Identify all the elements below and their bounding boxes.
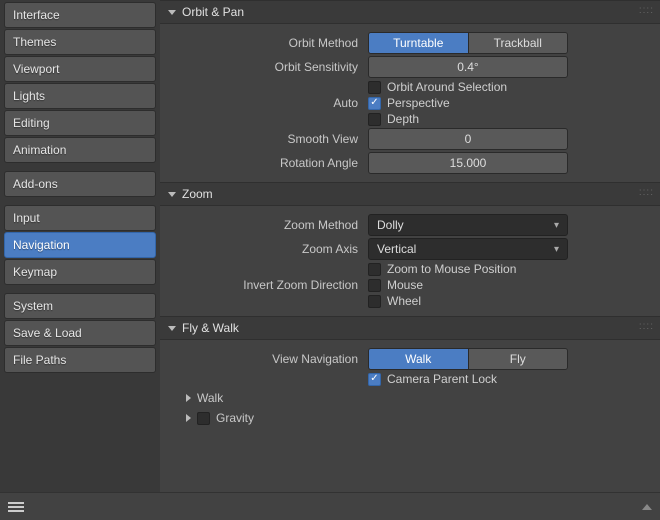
- walk-subpanel[interactable]: Walk: [168, 388, 652, 408]
- zoom-to-mouse-checkbox[interactable]: [368, 263, 381, 276]
- panel-title: Fly & Walk: [182, 321, 239, 335]
- orbit-method-turntable[interactable]: Turntable: [369, 33, 468, 53]
- auto-perspective-checkbox[interactable]: [368, 97, 381, 110]
- chevron-down-icon: ▾: [554, 244, 559, 255]
- panel-header-orbit[interactable]: Orbit & Pan ::::: [160, 0, 660, 24]
- invert-wheel-checkbox[interactable]: [368, 295, 381, 308]
- triangle-down-icon: [168, 192, 176, 197]
- invert-mouse-label: Mouse: [387, 278, 423, 292]
- zoom-axis-dropdown[interactable]: Vertical ▾: [368, 238, 568, 260]
- triangle-down-icon: [168, 326, 176, 331]
- zoom-axis-label: Zoom Axis: [168, 242, 368, 256]
- zoom-method-label: Zoom Method: [168, 218, 368, 232]
- sidebar-item-editing[interactable]: Editing: [4, 110, 156, 136]
- panel-header-zoom[interactable]: Zoom ::::: [160, 182, 660, 206]
- orbit-sensitivity-label: Orbit Sensitivity: [168, 60, 368, 74]
- triangle-right-icon: [186, 394, 191, 402]
- panel-title: Zoom: [182, 187, 213, 201]
- auto-perspective-label: Perspective: [387, 96, 450, 110]
- orbit-method-toggle[interactable]: Turntable Trackball: [368, 32, 568, 54]
- panel-header-fly[interactable]: Fly & Walk ::::: [160, 316, 660, 340]
- smooth-view-field[interactable]: 0: [368, 128, 568, 150]
- zoom-axis-value: Vertical: [377, 242, 416, 256]
- gravity-checkbox[interactable]: [197, 412, 210, 425]
- grip-icon[interactable]: ::::: [639, 5, 654, 16]
- zoom-method-value: Dolly: [377, 218, 404, 232]
- hamburger-icon[interactable]: [8, 502, 24, 512]
- grip-icon[interactable]: ::::: [639, 187, 654, 198]
- invert-zoom-label: Invert Zoom Direction: [168, 278, 368, 292]
- sidebar-item-navigation[interactable]: Navigation: [4, 232, 156, 258]
- smooth-view-label: Smooth View: [168, 132, 368, 146]
- rotation-angle-field[interactable]: 15.000: [368, 152, 568, 174]
- auto-label: Auto: [168, 96, 368, 110]
- view-navigation-label: View Navigation: [168, 352, 368, 366]
- sidebar-item-add-ons[interactable]: Add-ons: [4, 171, 156, 197]
- sidebar-item-system[interactable]: System: [4, 293, 156, 319]
- sidebar-item-interface[interactable]: Interface: [4, 2, 156, 28]
- auto-depth-label: Depth: [387, 112, 419, 126]
- zoom-to-mouse-label: Zoom to Mouse Position: [387, 262, 516, 276]
- orbit-around-selection-checkbox[interactable]: [368, 81, 381, 94]
- panel-fly-walk: Fly & Walk :::: View Navigation Walk Fly…: [160, 316, 660, 434]
- sidebar-item-save-load[interactable]: Save & Load: [4, 320, 156, 346]
- preferences-sidebar: InterfaceThemesViewportLightsEditingAnim…: [0, 0, 160, 520]
- camera-parent-lock-label: Camera Parent Lock: [387, 372, 497, 386]
- gravity-subpanel-label: Gravity: [216, 411, 254, 425]
- preferences-main: Orbit & Pan :::: Orbit Method Turntable …: [160, 0, 660, 520]
- panel-orbit-pan: Orbit & Pan :::: Orbit Method Turntable …: [160, 0, 660, 182]
- triangle-right-icon: [186, 414, 191, 422]
- triangle-down-icon: [168, 10, 176, 15]
- sidebar-item-animation[interactable]: Animation: [4, 137, 156, 163]
- sidebar-item-viewport[interactable]: Viewport: [4, 56, 156, 82]
- sidebar-item-themes[interactable]: Themes: [4, 29, 156, 55]
- view-navigation-toggle[interactable]: Walk Fly: [368, 348, 568, 370]
- sidebar-item-input[interactable]: Input: [4, 205, 156, 231]
- view-navigation-walk[interactable]: Walk: [369, 349, 468, 369]
- camera-parent-lock-checkbox[interactable]: [368, 373, 381, 386]
- panel-zoom: Zoom :::: Zoom Method Dolly ▾ Zoom Axis …: [160, 182, 660, 316]
- gravity-subpanel[interactable]: Gravity: [168, 408, 652, 428]
- rotation-angle-label: Rotation Angle: [168, 156, 368, 170]
- invert-mouse-checkbox[interactable]: [368, 279, 381, 292]
- view-navigation-fly[interactable]: Fly: [468, 349, 568, 369]
- chevron-down-icon: ▾: [554, 220, 559, 231]
- grip-icon[interactable]: ::::: [639, 321, 654, 332]
- orbit-sensitivity-field[interactable]: 0.4°: [368, 56, 568, 78]
- orbit-method-label: Orbit Method: [168, 36, 368, 50]
- footer-bar: [0, 492, 660, 520]
- sidebar-item-lights[interactable]: Lights: [4, 83, 156, 109]
- zoom-method-dropdown[interactable]: Dolly ▾: [368, 214, 568, 236]
- orbit-method-trackball[interactable]: Trackball: [468, 33, 568, 53]
- auto-depth-checkbox[interactable]: [368, 113, 381, 126]
- walk-subpanel-label: Walk: [197, 391, 223, 405]
- sidebar-item-file-paths[interactable]: File Paths: [4, 347, 156, 373]
- sidebar-item-keymap[interactable]: Keymap: [4, 259, 156, 285]
- expand-icon[interactable]: [642, 504, 652, 510]
- invert-wheel-label: Wheel: [387, 294, 421, 308]
- panel-title: Orbit & Pan: [182, 5, 244, 19]
- orbit-around-selection-label: Orbit Around Selection: [387, 80, 507, 94]
